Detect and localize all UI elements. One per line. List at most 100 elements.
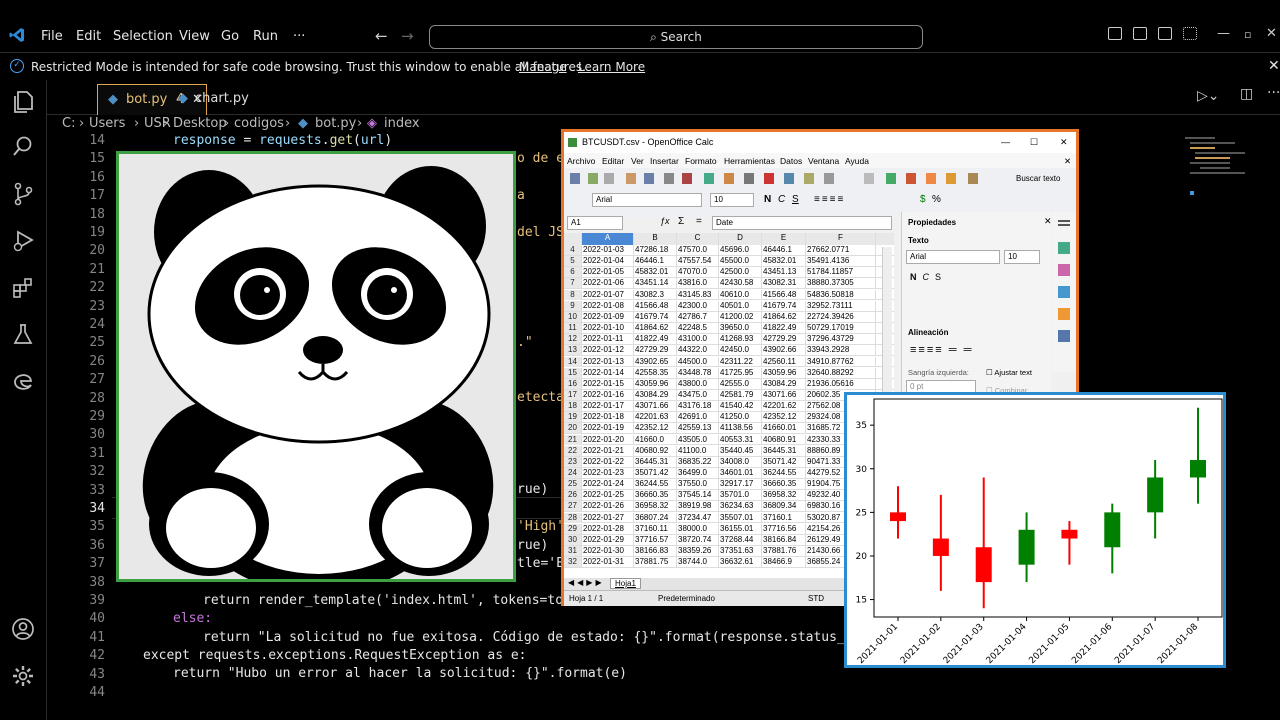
table-cell[interactable]: 43816.0 (677, 278, 719, 289)
table-row[interactable]: 13 2022-01-12 42729.29 44322.0 42450.0 43902.… (564, 345, 894, 357)
table-cell[interactable]: 2022-01-22 (582, 456, 634, 467)
back-arrow-icon[interactable]: ← (375, 27, 388, 45)
table-row[interactable]: 5 2022-01-04 46446.1 47557.54 45500.0 45832.0… (564, 256, 894, 268)
column-header-f[interactable]: F (806, 233, 876, 245)
table-cell[interactable]: 2022-01-23 (582, 468, 634, 478)
table-cell[interactable]: 40610.0 (719, 289, 762, 300)
table-cell[interactable]: 43071.66 (762, 389, 806, 400)
table-cell[interactable]: 2022-01-13 (582, 356, 634, 367)
table-cell[interactable]: 2022-01-05 (582, 267, 634, 278)
run-python-icon[interactable]: ▷⌄ (1197, 88, 1220, 104)
table-cell[interactable]: 35507.01 (719, 512, 762, 523)
panel-size-box[interactable]: 10 (1004, 250, 1040, 264)
table-cell[interactable]: 2022-01-27 (582, 512, 634, 523)
table-cell[interactable]: 40501.0 (719, 300, 762, 311)
table-cell[interactable]: 50729.17019 (806, 323, 876, 334)
table-cell[interactable]: 43059.96 (634, 378, 677, 389)
table-cell[interactable]: 43475.0 (677, 389, 719, 400)
table-row[interactable]: 10 2022-01-09 41679.74 42786.7 41200.02 41864… (564, 311, 894, 323)
table-cell[interactable]: 36809.34 (762, 501, 806, 512)
table-cell[interactable]: 41200.02 (719, 311, 762, 322)
table-cell[interactable]: 43071.66 (634, 401, 677, 412)
table-cell[interactable]: 41864.62 (634, 323, 677, 334)
table-cell[interactable]: 43059.96 (762, 367, 806, 378)
table-cell[interactable]: 43451.13 (762, 267, 806, 278)
sidebar-deck-tabs[interactable] (1052, 212, 1076, 372)
toggle-panel-icon[interactable] (1133, 27, 1147, 40)
table-cell[interactable]: 2022-01-31 (582, 557, 634, 568)
table-cell[interactable]: 38880.37305 (806, 278, 876, 289)
table-cell[interactable]: 34910.87762 (806, 356, 876, 367)
table-cell[interactable]: 41679.74 (762, 300, 806, 311)
table-cell[interactable]: 37234.47 (677, 512, 719, 523)
table-cell[interactable]: 38166.84 (762, 534, 806, 545)
table-cell[interactable]: 38359.26 (677, 546, 719, 557)
table-cell[interactable]: 22724.39426 (806, 311, 876, 322)
table-cell[interactable]: 36632.61 (719, 557, 762, 568)
table-cell[interactable]: 41250.0 (719, 412, 762, 423)
bold-button[interactable]: N (764, 194, 771, 205)
table-cell[interactable]: 41100.0 (677, 445, 719, 456)
close-document-icon[interactable]: ✕ (1064, 156, 1071, 167)
table-cell[interactable]: 36445.31 (634, 456, 677, 467)
column-header-c[interactable]: C (677, 233, 719, 245)
table-cell[interactable]: 43505.0 (677, 434, 719, 445)
table-cell[interactable]: 2022-01-09 (582, 311, 634, 322)
table-cell[interactable]: 41660.01 (762, 423, 806, 434)
table-cell[interactable]: 2022-01-29 (582, 534, 634, 545)
search-icon[interactable] (11, 135, 35, 159)
table-cell[interactable]: 2022-01-08 (582, 300, 634, 311)
column-header-a[interactable]: A (582, 233, 634, 245)
table-cell[interactable]: 41864.62 (762, 311, 806, 322)
table-cell[interactable]: 42581.79 (719, 389, 762, 400)
table-cell[interactable]: 37550.0 (677, 479, 719, 490)
table-cell[interactable]: 42430.58 (719, 278, 762, 289)
source-control-icon[interactable] (11, 182, 35, 206)
table-cell[interactable]: 2022-01-19 (582, 423, 634, 434)
table-cell[interactable]: 43082.31 (762, 278, 806, 289)
table-cell[interactable]: 54836.50818 (806, 289, 876, 300)
table-cell[interactable]: 2022-01-03 (582, 245, 634, 255)
table-cell[interactable]: 41540.42 (719, 401, 762, 412)
table-cell[interactable]: 38919.98 (677, 501, 719, 512)
table-cell[interactable]: 2022-01-17 (582, 401, 634, 412)
table-cell[interactable]: 2022-01-11 (582, 334, 634, 345)
table-cell[interactable]: 47570.0 (677, 245, 719, 255)
table-cell[interactable]: 43176.18 (677, 401, 719, 412)
table-cell[interactable]: 42729.29 (762, 334, 806, 345)
table-cell[interactable]: 2022-01-20 (582, 434, 634, 445)
table-cell[interactable]: 2022-01-04 (582, 256, 634, 267)
table-cell[interactable]: 47557.54 (677, 256, 719, 267)
table-cell[interactable]: 42500.0 (719, 267, 762, 278)
table-cell[interactable]: 43145.83 (677, 289, 719, 300)
percent-button[interactable]: % (932, 194, 941, 205)
table-cell[interactable]: 42248.5 (677, 323, 719, 334)
table-cell[interactable]: 41566.48 (762, 289, 806, 300)
table-cell[interactable]: 36807.24 (634, 512, 677, 523)
sheet-nav-arrows[interactable]: ◀◀▶▶ (568, 578, 605, 587)
table-cell[interactable]: 37268.44 (719, 534, 762, 545)
find-text-field[interactable]: Buscar texto (1016, 174, 1060, 183)
table-cell[interactable]: 46446.1 (762, 245, 806, 255)
align-buttons[interactable]: ≡≡≡≡ (814, 194, 845, 205)
table-cell[interactable]: 2022-01-07 (582, 289, 634, 300)
restore-icon[interactable]: ▫ (1244, 28, 1251, 41)
table-cell[interactable]: 41138.56 (719, 423, 762, 434)
extensions-icon[interactable] (11, 277, 35, 301)
underline-button[interactable]: S (792, 194, 799, 205)
table-cell[interactable]: 36244.55 (762, 468, 806, 478)
table-cell[interactable]: 36958.32 (762, 490, 806, 501)
name-box[interactable]: A1 (567, 216, 623, 230)
column-header-d[interactable]: D (719, 233, 762, 245)
table-cell[interactable]: 42201.62 (762, 401, 806, 412)
table-cell[interactable]: 38720.74 (677, 534, 719, 545)
maximize-icon[interactable]: ☐ (1030, 132, 1038, 153)
table-cell[interactable]: 43451.14 (634, 278, 677, 289)
table-row[interactable]: 12 2022-01-11 41822.49 43100.0 41268.93 42729… (564, 334, 894, 346)
manage-link[interactable]: Manage (519, 60, 567, 74)
table-cell[interactable]: 38166.83 (634, 546, 677, 557)
equals-icon[interactable]: = (696, 216, 702, 227)
menu-view[interactable]: View (179, 29, 210, 44)
table-cell[interactable]: 45832.01 (762, 256, 806, 267)
table-cell[interactable]: 35440.45 (719, 445, 762, 456)
